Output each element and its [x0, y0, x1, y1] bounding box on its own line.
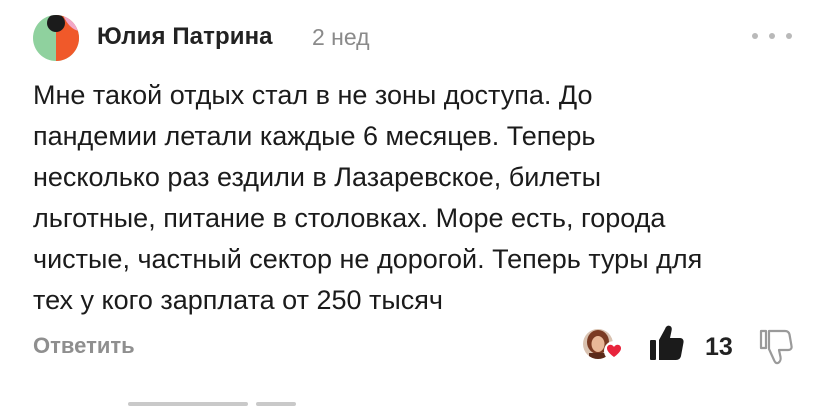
comment-text-line: льготные, питание в столовках. Море есть… [33, 203, 666, 233]
comment-text-line: несколько раз ездили в Лазаревское, биле… [33, 162, 602, 192]
like-count: 13 [705, 333, 733, 361]
comment-card: Юлия Патрина 2 нед Мне такой отдых стал … [0, 0, 828, 409]
comment-text: Мне такой отдых стал в не зоны доступа. … [33, 75, 803, 321]
author-name[interactable]: Юлия Патрина [97, 23, 273, 51]
more-dots-icon [752, 33, 758, 39]
replies-toggle-stub[interactable] [120, 398, 350, 412]
more-dots-icon [769, 33, 775, 39]
divider-line [256, 402, 296, 406]
comment-text-line: пандемии летали каждые 6 месяцев. Теперь [33, 121, 596, 151]
more-dots-icon [786, 33, 792, 39]
comment-text-line: тех у кого зарплата от 250 тысяч [33, 285, 443, 315]
thumbs-down-icon [759, 329, 793, 365]
comment-time: 2 нед [312, 24, 370, 50]
dislike-button[interactable] [758, 328, 794, 366]
author-avatar-graphic [33, 15, 79, 61]
author-avatar[interactable] [33, 15, 79, 61]
reply-button[interactable]: Ответить [33, 333, 135, 359]
thumbs-up-icon [650, 325, 684, 360]
more-options-button[interactable] [752, 24, 792, 48]
comment-text-line: Мне такой отдых стал в не зоны доступа. … [33, 80, 593, 110]
like-button[interactable] [649, 323, 685, 363]
heart-icon [604, 341, 624, 361]
comment-text-line: чистые, частный сектор не дорогой. Тепер… [33, 244, 703, 274]
divider-line [128, 402, 248, 406]
